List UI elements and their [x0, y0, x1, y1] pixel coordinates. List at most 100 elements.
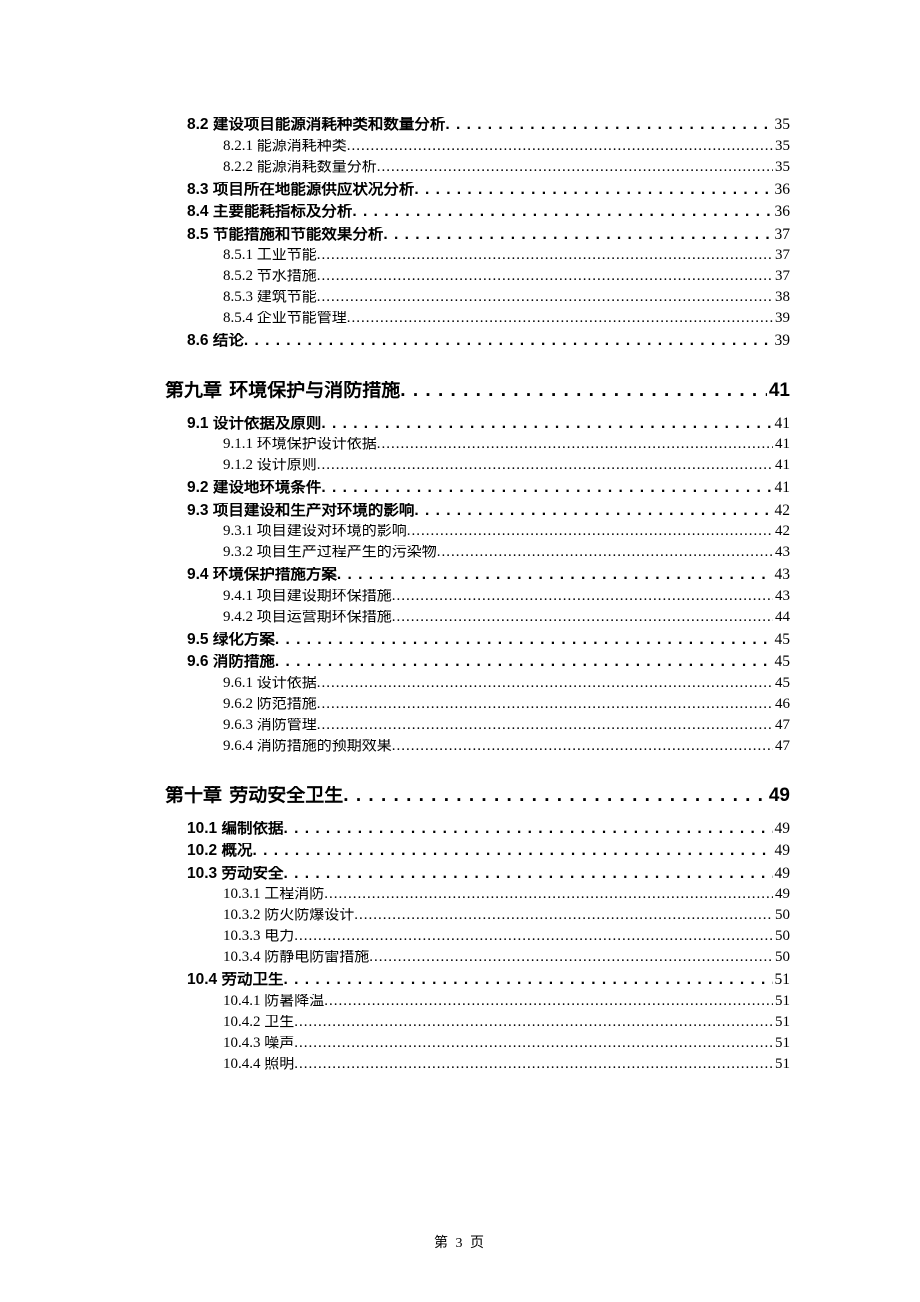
toc-leader-dots — [321, 480, 772, 496]
toc-entry-title: 10.3.4 防静电防雷措施 — [223, 950, 369, 965]
toc-entry-page: 39 — [773, 333, 791, 349]
toc-entry-page: 36 — [773, 204, 791, 220]
toc-leader-dots — [317, 458, 773, 473]
toc-leader-dots — [377, 437, 773, 452]
toc-leader-dots — [294, 1036, 773, 1051]
toc-leader-dots — [383, 227, 772, 243]
toc-entry-title: 8.5 节能措施和节能效果分析 — [187, 227, 383, 243]
toc-entry: 9.1.2 设计原则 41 — [223, 458, 790, 473]
toc-leader-dots — [244, 333, 773, 349]
toc-entry-title: 9.3.1 项目建设对环境的影响 — [223, 524, 407, 539]
toc-entry: 10.1 编制依据 49 — [187, 821, 790, 837]
toc-entry-title: 8.3 项目所在地能源供应状况分析 — [187, 182, 414, 198]
toc-leader-dots — [392, 610, 773, 625]
toc-entry-title: 10.4 劳动卫生 — [187, 972, 283, 988]
toc-entry: 9.6 消防措施 45 — [187, 654, 790, 670]
toc-entry: 8.4 主要能耗指标及分析 36 — [187, 204, 790, 220]
toc-entry: 9.4 环境保护措施方案43 — [187, 567, 790, 583]
toc-leader-dots — [343, 786, 767, 805]
toc-leader-dots — [317, 269, 773, 284]
toc-entry-title: 9.1.2 设计原则 — [223, 458, 317, 473]
toc-leader-dots — [324, 887, 773, 902]
toc-entry: 10.3.3 电力 50 — [223, 929, 790, 944]
toc-leader-dots — [252, 843, 772, 859]
toc-leader-dots — [347, 139, 773, 154]
toc-entry-title: 10.4.3 噪声 — [223, 1036, 294, 1051]
toc-entry-title: 9.3 项目建设和生产对环境的影响 — [187, 503, 414, 519]
toc-entry-page: 42 — [773, 524, 790, 539]
toc-entry-title: 9.1.1 环境保护设计依据 — [223, 437, 377, 452]
toc-entry: 10.4.3 噪声51 — [223, 1036, 790, 1051]
toc-entry-page: 42 — [773, 503, 791, 519]
toc-leader-dots — [283, 821, 772, 837]
toc-entry-page: 50 — [773, 929, 790, 944]
toc-leader-dots — [283, 972, 772, 988]
toc-entry: 10.3.4 防静电防雷措施50 — [223, 950, 790, 965]
toc-leader-dots — [369, 950, 773, 965]
toc-entry-page: 51 — [773, 1015, 790, 1030]
toc-entry-title: 8.4 主要能耗指标及分析 — [187, 204, 352, 220]
toc-leader-dots — [414, 182, 772, 198]
toc-entry: 8.5 节能措施和节能效果分析 37 — [187, 227, 790, 243]
toc-entry: 10.3.1 工程消防49 — [223, 887, 790, 902]
table-of-contents: 8.2 建设项目能源消耗种类和数量分析 358.2.1 能源消耗种类35 8.2.2… — [165, 117, 790, 1072]
toc-leader-dots — [352, 204, 772, 220]
toc-entry: 8.5.2 节水措施37 — [223, 269, 790, 284]
toc-entry-page: 37 — [773, 248, 790, 263]
toc-entry: 9.2 建设地环境条件41 — [187, 480, 790, 496]
toc-entry-page: 37 — [773, 227, 791, 243]
toc-leader-dots — [392, 739, 773, 754]
toc-entry-title: 9.6 消防措施 — [187, 654, 275, 670]
toc-entry-title: 8.5.4 企业节能管理 — [223, 311, 347, 326]
toc-entry-page: 51 — [773, 1057, 790, 1072]
toc-entry-page: 38 — [773, 290, 790, 305]
toc-leader-dots — [317, 248, 773, 263]
toc-entry-title: 10.4.2 卫生 — [223, 1015, 294, 1030]
toc-entry-page: 41 — [773, 458, 790, 473]
toc-leader-dots — [377, 160, 773, 175]
toc-leader-dots — [437, 545, 773, 560]
toc-entry-page: 35 — [773, 139, 790, 154]
toc-leader-dots — [407, 524, 773, 539]
toc-entry-page: 41 — [773, 437, 790, 452]
toc-entry: 10.3.2 防火防爆设计50 — [223, 908, 790, 923]
toc-entry: 9.3 项目建设和生产对环境的影响 42 — [187, 503, 790, 519]
toc-entry-page: 41 — [767, 381, 790, 400]
toc-entry: 9.6.2 防范措施 46 — [223, 697, 790, 712]
toc-entry: 9.6.4 消防措施的预期效果47 — [223, 739, 790, 754]
toc-entry-title: 9.3.2 项目生产过程产生的污染物 — [223, 545, 437, 560]
toc-entry: 8.2.1 能源消耗种类35 — [223, 139, 790, 154]
toc-entry-title: 9.5 绿化方案 — [187, 632, 275, 648]
toc-entry: 8.6 结论39 — [187, 333, 790, 349]
toc-entry-page: 49 — [773, 821, 791, 837]
toc-entry-title: 10.4.1 防暑降温 — [223, 994, 324, 1009]
toc-leader-dots — [317, 676, 773, 691]
toc-entry: 9.6.3 消防管理47 — [223, 718, 790, 733]
toc-entry-title: 9.6.3 消防管理 — [223, 718, 317, 733]
toc-entry-title: 8.2 建设项目能源消耗种类和数量分析 — [187, 117, 445, 133]
toc-entry: 10.4.1 防暑降温 51 — [223, 994, 790, 1009]
toc-entry-page: 51 — [773, 994, 790, 1009]
toc-entry-page: 43 — [773, 567, 791, 583]
toc-entry-page: 39 — [773, 311, 790, 326]
toc-entry-title: 9.1 设计依据及原则 — [187, 416, 321, 432]
toc-entry-title: 9.4.1 项目建设期环保措施 — [223, 589, 392, 604]
toc-entry: 9.3.1 项目建设对环境的影响 42 — [223, 524, 790, 539]
toc-leader-dots — [392, 589, 773, 604]
toc-entry-page: 46 — [773, 697, 790, 712]
toc-entry-page: 45 — [773, 654, 791, 670]
toc-leader-dots — [317, 718, 773, 733]
toc-entry-title: 10.1 编制依据 — [187, 821, 283, 837]
toc-entry: 9.1.1 环境保护设计依据 41 — [223, 437, 790, 452]
toc-entry: 第九章 环境保护与消防措施41 — [165, 381, 790, 400]
toc-entry: 10.2 概况49 — [187, 843, 790, 859]
toc-entry-title: 8.2.2 能源消耗数量分析 — [223, 160, 377, 175]
toc-entry: 9.3.2 项目生产过程产生的污染物43 — [223, 545, 790, 560]
toc-entry-title: 9.6.2 防范措施 — [223, 697, 317, 712]
toc-entry: 9.5 绿化方案45 — [187, 632, 790, 648]
toc-entry-title: 10.3.2 防火防爆设计 — [223, 908, 354, 923]
toc-leader-dots — [324, 994, 773, 1009]
toc-entry-title: 10.3.3 电力 — [223, 929, 294, 944]
toc-leader-dots — [321, 416, 772, 432]
toc-leader-dots — [317, 697, 773, 712]
